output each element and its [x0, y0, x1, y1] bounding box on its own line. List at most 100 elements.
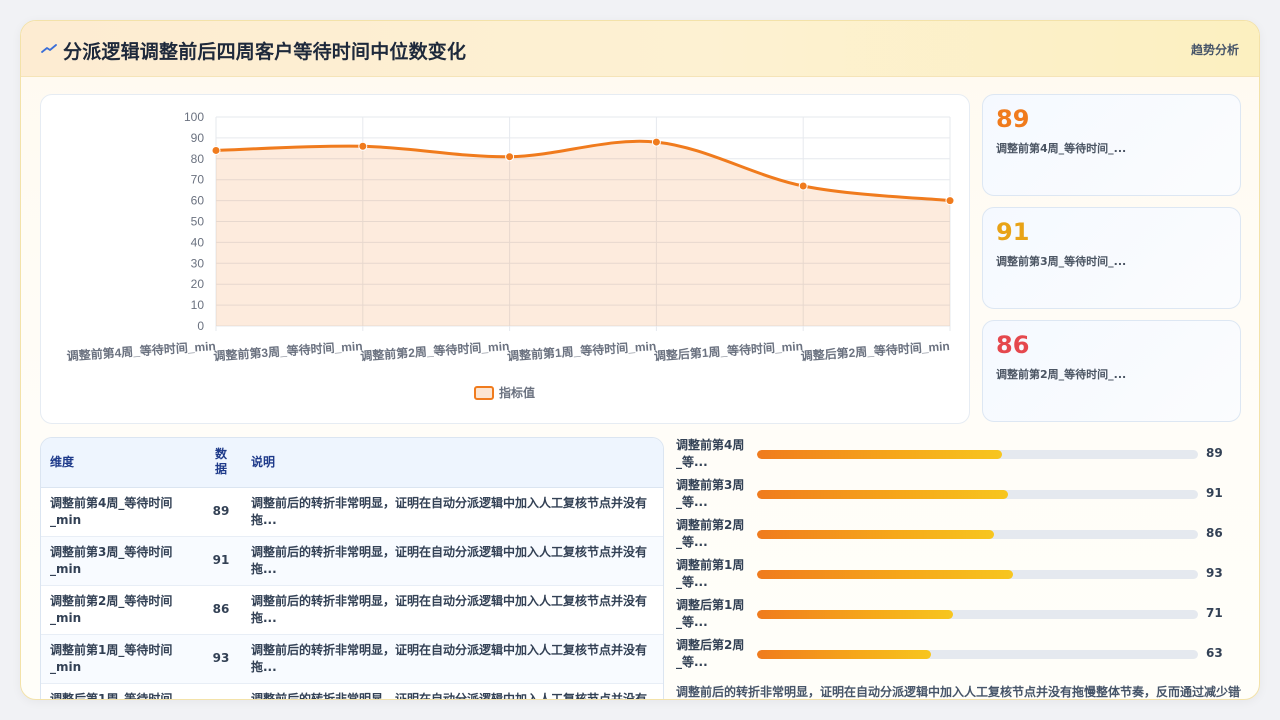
bar-track [757, 610, 1198, 619]
bar-track [757, 450, 1198, 459]
trend-icon [41, 44, 57, 53]
card-header: 分派逻辑调整前后四周客户等待时间中位数变化 趋势分析 [21, 21, 1259, 77]
bar-value: 93 [1206, 566, 1223, 580]
bar-value: 89 [1206, 446, 1223, 460]
y-tick-label: 100 [184, 110, 204, 124]
cell-description: 调整前后的转折非常明显，证明在自动分派逻辑中加入人工复核节点并没有拖... [242, 683, 663, 699]
cell-value: 91 [200, 536, 242, 586]
y-tick-label: 50 [191, 215, 205, 229]
stat-value: 89 [996, 105, 1030, 133]
bar-value: 71 [1206, 606, 1223, 620]
col-header-dimension: 维度 [41, 438, 200, 488]
bar-fill [757, 530, 995, 539]
data-point [798, 181, 808, 191]
progress-bar-list: 调整前第4周_等... 89 调整前第3周_等... 91 调整前第2周_等..… [676, 437, 1246, 699]
y-tick-label: 70 [191, 173, 205, 187]
cell-description: 调整前后的转折非常明显，证明在自动分派逻辑中加入人工复核节点并没有拖... [242, 585, 663, 635]
stat-label: 调整前第4周_等待时间_... [996, 142, 1127, 155]
y-tick-label: 80 [191, 152, 205, 166]
bar-track [757, 570, 1198, 579]
data-table-panel: 维度 数据 说明 调整前第4周_等待时间_min 89 调整前后的转折非常明显，… [40, 437, 664, 699]
bar-fill [757, 610, 953, 619]
x-tick-label: 调整前第1周_等待时间_min [507, 338, 657, 363]
cell-description: 调整前后的转折非常明显，证明在自动分派逻辑中加入人工复核节点并没有拖... [242, 634, 663, 684]
bar-track [757, 530, 1198, 539]
y-tick-label: 10 [191, 298, 205, 312]
x-tick-label: 调整后第1周_等待时间_min [653, 338, 803, 363]
table-row: 调整前第2周_等待时间_min 86 调整前后的转折非常明显，证明在自动分派逻辑… [41, 585, 663, 635]
stat-card-1: 89 调整前第4周_等待时间_... [982, 94, 1241, 196]
bar-fill [757, 490, 1008, 499]
cell-dimension: 调整前第1周_等待时间_min [41, 634, 200, 684]
bar-label: 调整后第1周_等... [676, 598, 745, 629]
bar-row: 调整后第1周_等... 71 [676, 597, 1246, 637]
bar-row: 调整前第2周_等... 86 [676, 517, 1246, 557]
stat-value: 86 [996, 331, 1030, 359]
bar-label: 调整前第1周_等... [676, 558, 745, 589]
cell-dimension: 调整前第3周_等待时间_min [41, 536, 200, 586]
table-row: 调整前第1周_等待时间_min 93 调整前后的转折非常明显，证明在自动分派逻辑… [41, 634, 663, 684]
table-row: 调整后第1周_等待时间_min 71 调整前后的转折非常明显，证明在自动分派逻辑… [41, 683, 663, 699]
x-tick-label: 调整前第2周_等待时间_min [360, 338, 510, 363]
col-header-description: 说明 [242, 438, 663, 488]
bar-label: 调整前第3周_等... [676, 478, 745, 509]
y-tick-label: 30 [191, 256, 205, 270]
line-chart-panel: 0 10 20 30 40 50 60 70 80 90 100 调整前第4周_等待时间_min 调整前… [40, 94, 970, 424]
y-tick-label: 90 [191, 131, 205, 145]
bar-track [757, 490, 1198, 499]
col-header-data: 数据 [200, 438, 242, 488]
cell-value: 71 [200, 683, 242, 699]
stat-value: 91 [996, 218, 1030, 246]
table-header-row: 维度 数据 说明 [41, 438, 663, 488]
cell-value: 93 [200, 634, 242, 684]
bar-fill [757, 650, 931, 659]
page-title: 分派逻辑调整前后四周客户等待时间中位数变化 [63, 41, 467, 63]
bar-label: 调整前第4周_等... [676, 438, 745, 469]
table-row: 调整前第4周_等待时间_min 89 调整前后的转折非常明显，证明在自动分派逻辑… [41, 487, 663, 537]
y-tick-label: 60 [191, 194, 205, 208]
cell-dimension: 调整后第1周_等待时间_min [41, 683, 200, 699]
legend-swatch [474, 386, 494, 400]
cell-value: 86 [200, 585, 242, 635]
data-point [358, 141, 368, 151]
y-tick-label: 20 [191, 277, 205, 291]
dashboard-card: 分派逻辑调整前后四周客户等待时间中位数变化 趋势分析 0 10 20 30 40 50 60… [20, 20, 1260, 700]
bar-row: 调整前第3周_等... 91 [676, 477, 1246, 517]
data-point [651, 137, 661, 147]
data-table: 维度 数据 说明 调整前第4周_等待时间_min 89 调整前后的转折非常明显，… [41, 438, 663, 699]
stat-card-2: 91 调整前第3周_等待时间_... [982, 207, 1241, 309]
x-tick-label: 调整前第4周_等待时间_min [66, 338, 216, 363]
table-row: 调整前第3周_等待时间_min 91 调整前后的转折非常明显，证明在自动分派逻辑… [41, 536, 663, 586]
y-tick-label: 40 [191, 235, 205, 249]
bar-row: 调整前第1周_等... 93 [676, 557, 1246, 597]
stat-card-3: 86 调整前第2周_等待时间_... [982, 320, 1241, 422]
x-tick-label: 调整前第3周_等待时间_min [213, 338, 363, 363]
x-tick-label: 调整后第2周_等待时间_min [800, 338, 950, 363]
bar-row: 调整后第2周_等... 63 [676, 637, 1246, 677]
cell-value: 89 [200, 487, 242, 537]
line-chart: 0102030405060708090100调整前第4周_等待时间_min调整前… [66, 110, 955, 400]
summary-text: 调整前后的转折非常明显，证明在自动分派逻辑中加入人工复核节点并没有拖慢整体节奏，… [676, 685, 1241, 699]
bar-label: 调整前第2周_等... [676, 518, 745, 549]
data-point [945, 196, 955, 206]
bar-label: 调整后第2周_等... [676, 638, 745, 669]
bar-row: 调整前第4周_等... 89 [676, 437, 1246, 477]
bar-fill [757, 450, 1003, 459]
stat-label: 调整前第2周_等待时间_... [996, 368, 1127, 381]
bar-value: 86 [1206, 526, 1223, 540]
cell-description: 调整前后的转折非常明显，证明在自动分派逻辑中加入人工复核节点并没有拖... [242, 536, 663, 586]
trend-analysis-tag[interactable]: 趋势分析 [1191, 41, 1239, 58]
bar-fill [757, 570, 1014, 579]
legend-label: 指标值 [499, 385, 535, 400]
bar-value: 91 [1206, 486, 1223, 500]
data-point [505, 152, 515, 162]
bar-track [757, 650, 1198, 659]
bar-value: 63 [1206, 646, 1223, 660]
cell-dimension: 调整前第2周_等待时间_min [41, 585, 200, 635]
cell-description: 调整前后的转折非常明显，证明在自动分派逻辑中加入人工复核节点并没有拖... [242, 487, 663, 537]
stat-label: 调整前第3周_等待时间_... [996, 255, 1127, 268]
cell-dimension: 调整前第4周_等待时间_min [41, 487, 200, 537]
y-tick-label: 0 [197, 319, 204, 333]
series-area [216, 141, 950, 326]
data-point [211, 145, 221, 155]
